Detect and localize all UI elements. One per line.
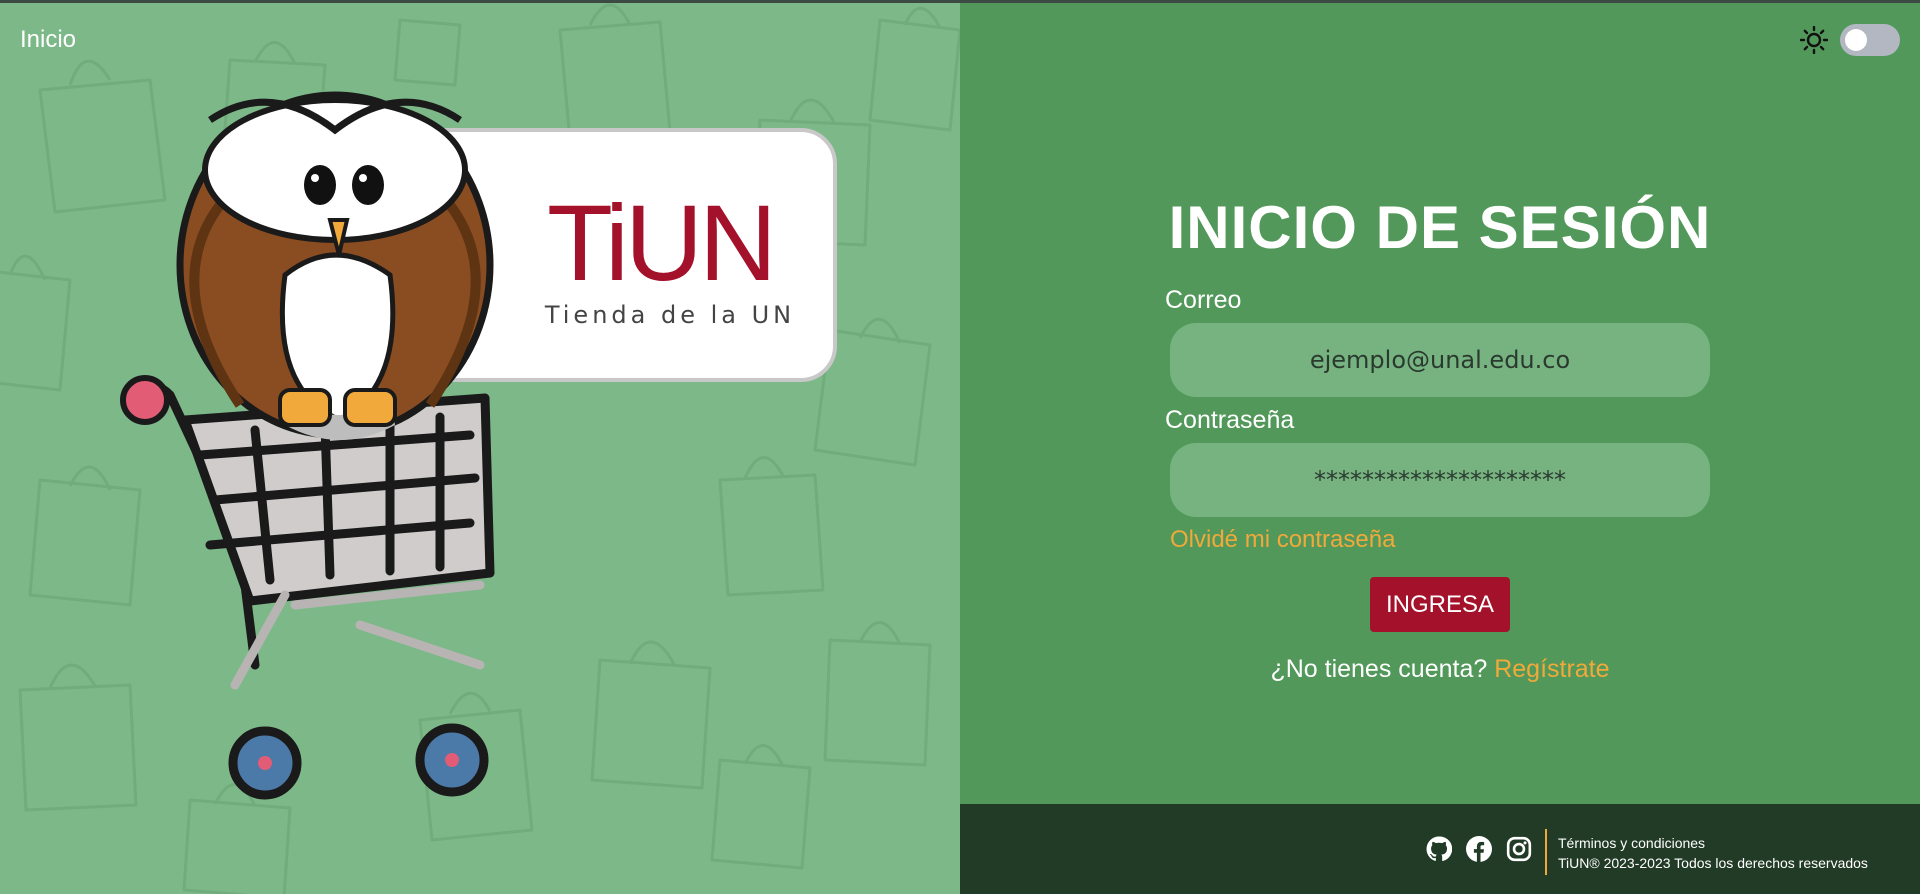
no-account-text: ¿No tienes cuenta? [1270, 655, 1488, 683]
forgot-password-link[interactable]: Olvidé mi contraseña [1170, 526, 1395, 554]
social-links [1426, 836, 1532, 862]
footer-divider [1545, 829, 1547, 875]
login-button[interactable]: INGRESA [1370, 577, 1510, 632]
password-field[interactable] [1170, 443, 1710, 517]
password-label: Contraseña [1165, 406, 1295, 434]
register-link[interactable]: Regístrate [1494, 655, 1609, 683]
theme-switch-knob [1845, 29, 1867, 51]
sun-icon [1800, 26, 1828, 54]
register-prompt: ¿No tienes cuenta? Regístrate [960, 655, 1920, 684]
page-title: INICIO DE SESIÓN [1168, 194, 1712, 261]
nav-home-link[interactable]: Inicio [20, 26, 76, 54]
top-border [0, 0, 1920, 3]
github-icon[interactable] [1426, 836, 1452, 862]
brand-tagline: Tienda de la UN [544, 301, 795, 329]
facebook-icon[interactable] [1466, 836, 1492, 862]
email-label: Correo [1165, 286, 1242, 314]
terms-link[interactable]: Términos y condiciones [1558, 835, 1705, 851]
login-panel: INICIO DE SESIÓN Correo Contraseña Olvid… [960, 0, 1920, 804]
brand-logo-text: TiUN [547, 182, 773, 303]
email-field[interactable] [1170, 323, 1710, 397]
footer-text: Términos y condiciones TiUN® 2023-2023 T… [1558, 833, 1868, 873]
theme-switch[interactable] [1840, 24, 1900, 56]
copyright-text: TiUN® 2023-2023 Todos los derechos reser… [1558, 855, 1868, 871]
tiun-owl-cart-logo: TiUN Tienda de la UN [120, 91, 837, 800]
theme-toggle [1800, 24, 1900, 56]
instagram-icon[interactable] [1506, 836, 1532, 862]
hero-panel: Inicio TiUN Tienda de la UN [0, 0, 960, 894]
